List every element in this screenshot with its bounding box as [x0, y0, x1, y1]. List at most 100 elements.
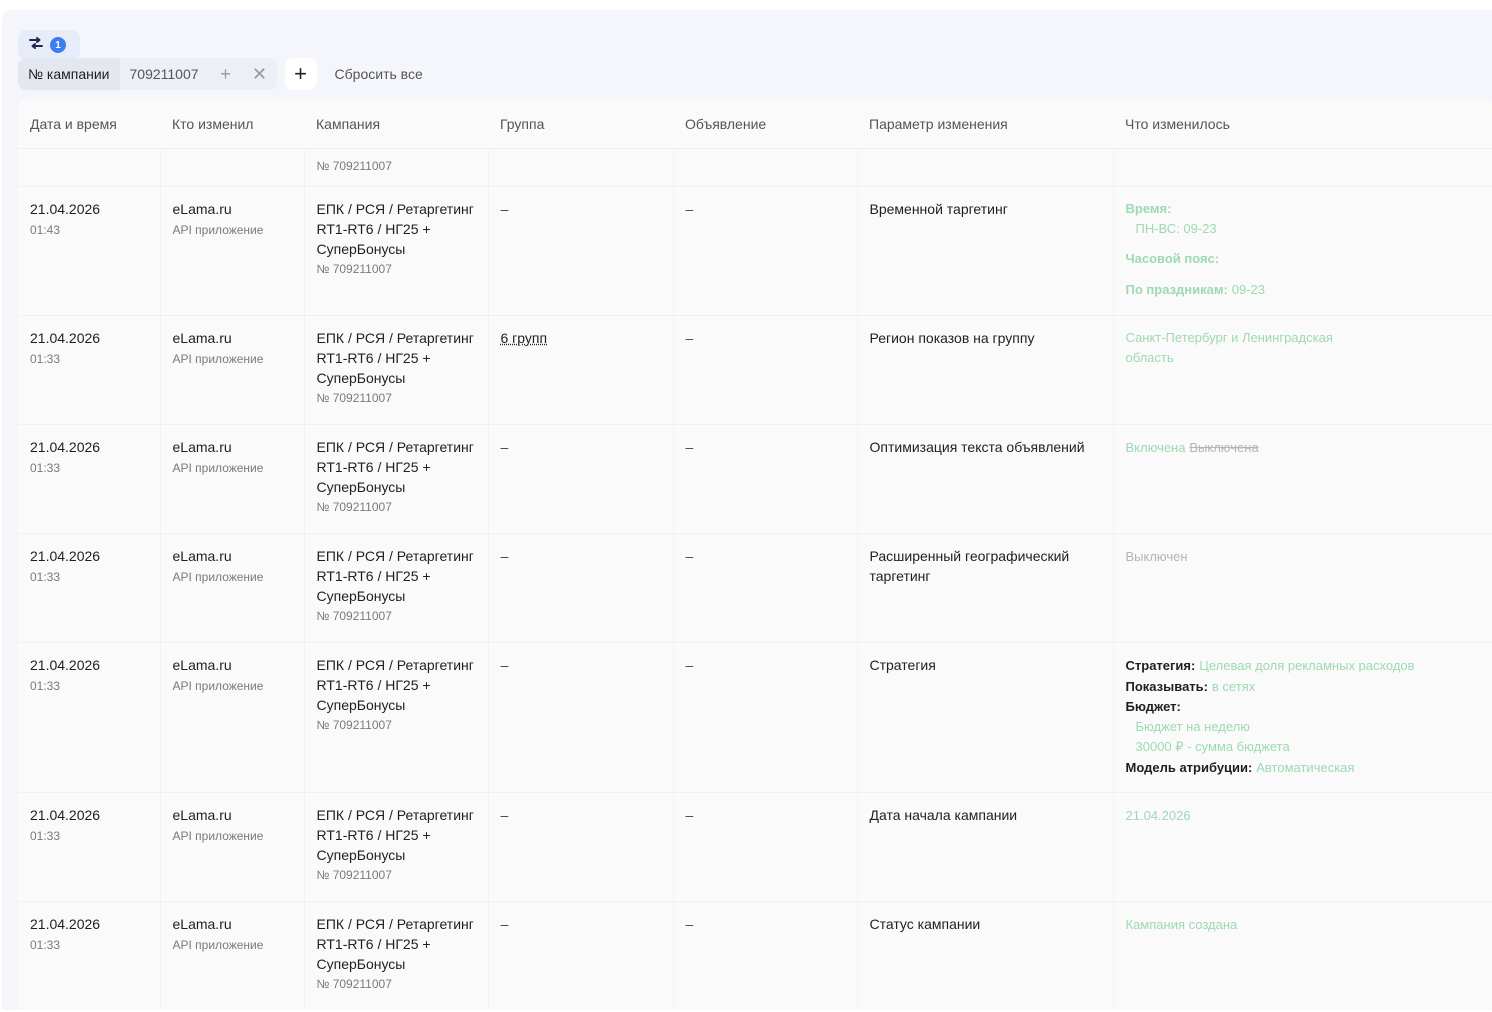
table-row: 21.04.2026 01:33 eLama.ru API приложение Е…: [18, 901, 1492, 1010]
filter-sliders-icon: [28, 35, 44, 56]
table-header-row: Дата и время Кто изменил Кампания Группа…: [18, 100, 1492, 149]
row-date: 21.04.2026: [30, 438, 101, 455]
row-who: eLama.ru: [172, 329, 232, 346]
column-header-param[interactable]: Параметр изменения: [857, 100, 1113, 149]
row-param: Расширенный географический таргетинг: [869, 547, 1070, 584]
row-param: Оптимизация текста объявлений: [869, 438, 1085, 455]
row-group-link[interactable]: 6 групп: [501, 330, 548, 346]
row-time: 01:33: [30, 678, 61, 693]
change-old-value: Выключена: [1189, 439, 1259, 455]
row-param: Дата начала кампании: [869, 806, 1018, 823]
campaign-number: № 709211007: [316, 261, 392, 276]
filter-toggle-button[interactable]: 1: [18, 30, 80, 60]
row-ad: –: [685, 547, 694, 564]
row-group: –: [500, 915, 509, 932]
row-time: 01:33: [30, 828, 61, 843]
row-time: 01:33: [30, 460, 61, 475]
row-ad: –: [685, 915, 694, 932]
campaign-name[interactable]: ЕПК / РСЯ / Ретаргетинг RT1-RT6 / НГ25 +…: [317, 805, 476, 865]
change-budget-line1: Бюджет на неделю: [1135, 718, 1251, 734]
close-icon[interactable]: ✕: [242, 58, 277, 90]
change-holiday-value: 09-23: [1231, 281, 1265, 297]
row-who-sub: API приложение: [172, 351, 264, 366]
row-who-sub: API приложение: [172, 678, 264, 693]
row-ad: –: [685, 656, 694, 673]
campaign-number: № 709211007: [316, 976, 392, 991]
row-time: 01:33: [30, 351, 61, 366]
campaign-name[interactable]: ЕПК / РСЯ / Ретаргетинг RT1-RT6 / НГ25 +…: [317, 914, 476, 974]
table-row: № 709211007: [18, 148, 1492, 187]
row-time: 01:43: [30, 222, 61, 237]
change-budget-line2: 30000 ₽ - сумма бюджета: [1135, 738, 1290, 754]
campaign-name[interactable]: ЕПК / РСЯ / Ретаргетинг RT1-RT6 / НГ25 +…: [317, 546, 476, 606]
add-filter-button[interactable]: +: [284, 58, 317, 90]
row-who: eLama.ru: [172, 200, 232, 217]
column-header-what[interactable]: Что изменилось: [1113, 100, 1492, 149]
change-show-label: Показывать:: [1125, 678, 1208, 694]
history-table: Дата и время Кто изменил Кампания Группа…: [18, 100, 1492, 1010]
change-new-value: Включена: [1125, 439, 1186, 455]
row-ad: –: [685, 438, 694, 455]
row-who-sub: API приложение: [172, 569, 264, 584]
row-time: 01:33: [30, 569, 61, 584]
change-time-label: Время:: [1125, 200, 1172, 216]
table-row: 21.04.2026 01:33 eLama.ru API приложение Е…: [18, 424, 1492, 534]
row-ad: –: [685, 806, 694, 823]
row-who-sub: API приложение: [172, 937, 264, 952]
row-who: eLama.ru: [172, 656, 232, 673]
change-tz-label: Часовой пояс:: [1125, 250, 1220, 266]
row-ad: –: [685, 200, 694, 217]
row-param: Статус кампании: [869, 915, 981, 932]
change-strategy-value: Целевая доля рекламных расходов: [1199, 657, 1415, 673]
change-attr-value: Автоматическая: [1256, 759, 1355, 775]
change-show-value: в сетях: [1211, 678, 1256, 694]
row-group: –: [500, 200, 509, 217]
column-header-ad[interactable]: Объявление: [673, 100, 857, 149]
change-strategy-label: Стратегия:: [1125, 657, 1196, 673]
change-holiday-label: По праздникам:: [1125, 281, 1228, 297]
row-date: 21.04.2026: [30, 806, 101, 823]
campaign-number: № 709211007: [316, 158, 392, 173]
filter-chips: № кампании 709211007 + ✕ + Сбросить все: [18, 58, 423, 90]
row-who-sub: API приложение: [172, 222, 264, 237]
row-group: –: [500, 806, 509, 823]
row-group: –: [500, 656, 509, 673]
change-time-value: ПН-ВС: 09-23: [1135, 220, 1217, 236]
history-panel: 1 № кампании 709211007 + ✕ + Сбросить вс…: [2, 10, 1492, 1010]
row-who-sub: API приложение: [172, 828, 264, 843]
row-date: 21.04.2026: [30, 200, 101, 217]
change-attr-label: Модель атрибуции:: [1125, 759, 1253, 775]
table-row: 21.04.2026 01:33 eLama.ru API приложение Е…: [18, 642, 1492, 793]
change-value: Кампания создана: [1125, 916, 1238, 932]
filter-count-badge: 1: [50, 37, 66, 53]
table-row: 21.04.2026 01:33 eLama.ru API приложение Е…: [18, 533, 1492, 643]
column-header-date[interactable]: Дата и время: [18, 100, 160, 149]
table-row: 21.04.2026 01:33 eLama.ru API приложение Е…: [18, 315, 1492, 425]
campaign-name[interactable]: ЕПК / РСЯ / Ретаргетинг RT1-RT6 / НГ25 +…: [317, 655, 476, 715]
row-date: 21.04.2026: [30, 915, 101, 932]
plus-icon[interactable]: +: [208, 58, 243, 90]
reset-all-link[interactable]: Сбросить все: [335, 66, 423, 82]
row-ad: –: [685, 329, 694, 346]
row-date: 21.04.2026: [30, 547, 101, 564]
row-date: 21.04.2026: [30, 329, 101, 346]
change-value: Санкт-Петербург и Ленинградская область: [1125, 329, 1333, 365]
row-group: –: [500, 438, 509, 455]
change-budget-label: Бюджет:: [1125, 698, 1181, 714]
column-header-campaign[interactable]: Кампания: [304, 100, 488, 149]
campaign-name[interactable]: ЕПК / РСЯ / Ретаргетинг RT1-RT6 / НГ25 +…: [317, 328, 476, 388]
table-row: 21.04.2026 01:33 eLama.ru API приложение Е…: [18, 792, 1492, 902]
filter-chip-label[interactable]: № кампании: [18, 58, 120, 90]
row-who-sub: API приложение: [172, 460, 264, 475]
campaign-name[interactable]: ЕПК / РСЯ / Ретаргетинг RT1-RT6 / НГ25 +…: [317, 437, 476, 497]
campaign-name[interactable]: ЕПК / РСЯ / Ретаргетинг RT1-RT6 / НГ25 +…: [317, 199, 476, 259]
column-header-group[interactable]: Группа: [488, 100, 673, 149]
filter-chip-campaign: № кампании 709211007 + ✕: [18, 58, 277, 90]
row-who: eLama.ru: [172, 547, 232, 564]
filter-chip-value[interactable]: 709211007: [119, 58, 209, 90]
row-date: 21.04.2026: [30, 656, 101, 673]
campaign-number: № 709211007: [316, 717, 392, 732]
column-header-who[interactable]: Кто изменил: [160, 100, 304, 149]
table-row: 21.04.2026 01:43 eLama.ru API приложение Е…: [18, 186, 1492, 316]
change-value: 21.04.2026: [1125, 807, 1191, 823]
